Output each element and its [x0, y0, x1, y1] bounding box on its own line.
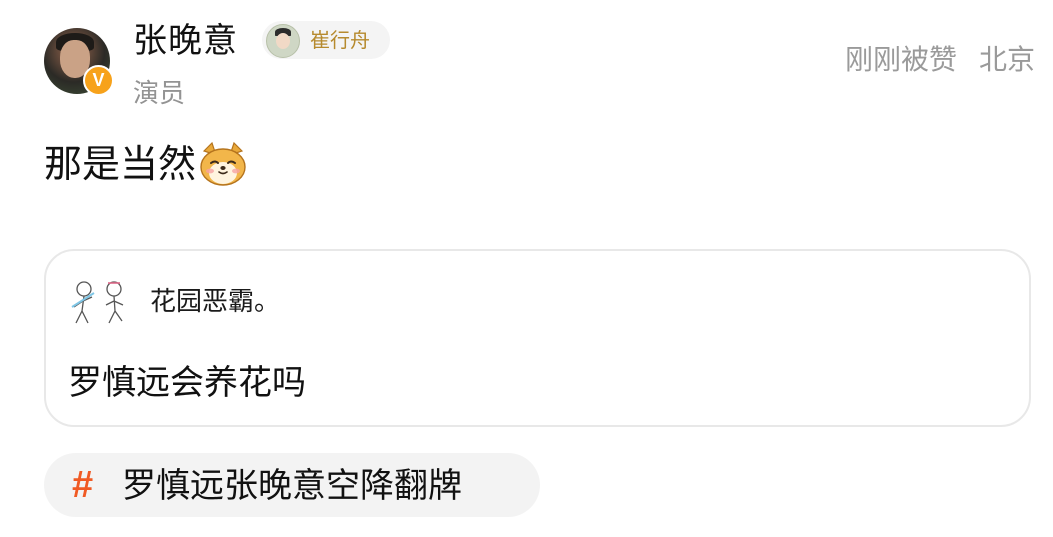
- post-meta: 刚刚被赞 北京: [845, 42, 1035, 78]
- like-status: 刚刚被赞: [844, 43, 957, 76]
- quoted-author-avatar-icon[interactable]: [68, 277, 130, 329]
- quoted-text: 罗慎远会养花吗: [68, 363, 306, 403]
- role-avatar-icon: [266, 24, 300, 58]
- shiba-dog-emoji-icon: [198, 141, 248, 187]
- author-name[interactable]: 张晚意: [133, 18, 238, 64]
- weibo-comment-card: V 张晚意 崔行舟 演员 刚刚被赞 北京 那是当然 花园恶霸。 罗慎远会养花吗 …: [0, 0, 1053, 537]
- topic-tag[interactable]: # 罗慎远张晚意空降翻牌: [44, 453, 540, 517]
- role-badge-label: 崔行舟: [310, 28, 370, 52]
- location: 北京: [978, 43, 1035, 76]
- quoted-comment[interactable]: 花园恶霸。 罗慎远会养花吗: [44, 249, 1031, 427]
- topic-label: 罗慎远张晚意空降翻牌: [122, 466, 462, 506]
- verified-badge-icon: V: [83, 65, 114, 96]
- author-title: 演员: [133, 79, 186, 109]
- author-avatar[interactable]: V: [44, 28, 114, 96]
- hashtag-icon: #: [72, 464, 94, 506]
- quoted-author-name[interactable]: 花园恶霸。: [150, 285, 280, 319]
- comment-text: 那是当然: [44, 142, 197, 186]
- role-badge[interactable]: 崔行舟: [262, 21, 390, 59]
- comment-content: 那是当然: [44, 140, 1036, 192]
